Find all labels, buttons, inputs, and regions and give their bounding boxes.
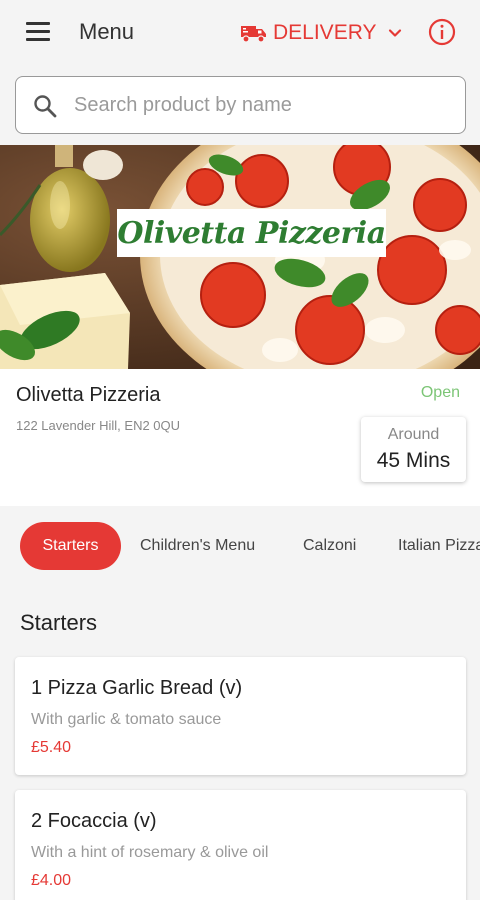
search-input[interactable] — [74, 89, 454, 121]
product-card[interactable]: 2 Focaccia (v) With a hint of rosemary &… — [15, 790, 466, 900]
hamburger-icon[interactable] — [26, 22, 50, 42]
product-card[interactable]: 1 Pizza Garlic Bread (v) With garlic & t… — [15, 657, 466, 775]
product-name: 1 Pizza Garlic Bread (v) — [31, 677, 243, 699]
product-name: 2 Focaccia (v) — [31, 810, 157, 832]
restaurant-banner-image: Olivetta Pizzeria — [0, 145, 480, 369]
product-price: £4.00 — [31, 872, 72, 889]
delivery-label: DELIVERY — [273, 21, 377, 44]
tab-starters[interactable]: Starters — [20, 522, 121, 570]
search-icon — [34, 95, 57, 118]
tab-childrens-menu[interactable]: Children's Menu — [140, 522, 255, 570]
delivery-mode-dropdown[interactable]: DELIVERY — [240, 18, 403, 48]
tab-calzoni[interactable]: Calzoni — [303, 522, 356, 570]
product-price: £5.40 — [31, 739, 72, 756]
eta-value: 45 Mins — [376, 449, 451, 472]
open-status-badge: Open — [420, 384, 460, 401]
restaurant-logo: Olivetta Pizzeria — [117, 209, 386, 257]
page-title: Menu — [79, 19, 135, 44]
pizza-photo — [0, 145, 480, 369]
tab-italian-pizza[interactable]: Italian Pizza — [398, 522, 480, 570]
delivery-time-card: Around 45 Mins — [361, 417, 466, 482]
product-description: With garlic & tomato sauce — [31, 711, 222, 728]
info-icon[interactable] — [428, 18, 456, 46]
product-description: With a hint of rosemary & olive oil — [31, 844, 269, 861]
category-tabs: Starters Children's Menu Calzoni Italian… — [0, 520, 480, 572]
chevron-down-icon — [388, 29, 401, 37]
eta-label: Around — [387, 426, 440, 443]
search-box — [15, 76, 466, 134]
restaurant-name: Olivetta Pizzeria — [16, 384, 161, 406]
app-bar: Menu DELIVERY — [0, 0, 480, 64]
delivery-truck-icon — [241, 26, 266, 43]
restaurant-address: 122 Lavender Hill, EN2 0QU — [16, 418, 181, 433]
restaurant-info-panel: Olivetta Pizzeria 122 Lavender Hill, EN2… — [0, 369, 480, 506]
section-heading: Starters — [20, 610, 98, 635]
